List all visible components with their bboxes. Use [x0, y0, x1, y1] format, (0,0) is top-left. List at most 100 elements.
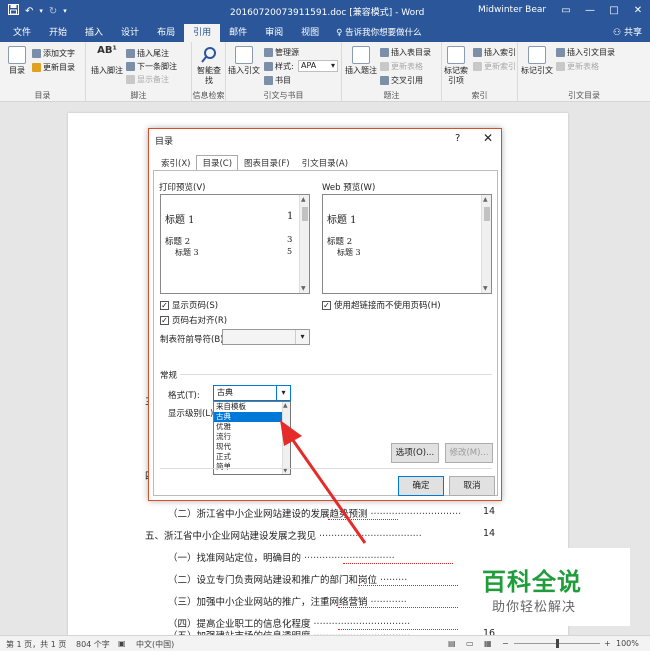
zoom-out-icon[interactable]: − [502, 639, 509, 648]
scroll-down-icon[interactable]: ▼ [483, 285, 488, 292]
insert-index-button[interactable]: 插入索引 [473, 47, 516, 58]
scroll-thumb[interactable] [484, 207, 490, 221]
tab-view[interactable]: 视图 [292, 24, 328, 42]
undo-icon[interactable]: ↶ [25, 6, 33, 17]
proofing-icon[interactable]: ▣ [118, 639, 126, 648]
show-notes-button[interactable]: 显示备注 [126, 74, 169, 85]
print-preview-scrollbar[interactable]: ▲ ▼ [299, 195, 309, 293]
tab-table-of-authorities[interactable]: 引文目录(A) [296, 155, 354, 171]
toc-line: 五、浙江省中小企业网站建设发展之我见 ·····················… [145, 528, 422, 542]
tab-insert[interactable]: 插入 [76, 24, 112, 42]
spelling-underline [328, 517, 398, 520]
mark-entry-icon [447, 46, 465, 64]
share-button[interactable]: ⚇ 共享 [613, 25, 642, 38]
format-select[interactable]: 古典 ▾ [213, 385, 291, 401]
tab-home[interactable]: 开始 [40, 24, 76, 42]
next-footnote-button[interactable]: 下一条脚注 [126, 61, 177, 72]
add-text-button[interactable]: 添加文字 [32, 48, 75, 59]
insert-endnote-button[interactable]: 插入尾注 [126, 48, 169, 59]
update-index-button[interactable]: 更新索引 [473, 61, 516, 72]
use-hyperlinks-checkbox[interactable]: ✓ 使用超链接而不使用页码(H) [322, 299, 441, 311]
insert-tof-button[interactable]: 插入表目录 [380, 47, 431, 58]
minimize-button[interactable]: — [578, 0, 602, 22]
close-button[interactable]: ✕ [626, 0, 650, 22]
update-toa-label: 更新表格 [567, 62, 599, 71]
modify-button[interactable]: 修改(M)... [445, 443, 493, 463]
format-option[interactable]: 现代 [214, 442, 290, 452]
format-option[interactable]: 优雅 [214, 422, 290, 432]
zoom-in-icon[interactable]: + [604, 639, 611, 648]
cancel-button[interactable]: 取消 [449, 476, 495, 496]
update-tof-button[interactable]: 更新表格 [380, 61, 423, 72]
cross-reference-button[interactable]: 交叉引用 [380, 75, 423, 86]
tab-design[interactable]: 设计 [112, 24, 148, 42]
mark-citation-button[interactable]: 标记引文 [520, 46, 554, 76]
tab-table-of-figures[interactable]: 图表目录(F) [238, 155, 296, 171]
options-button[interactable]: 选项(O)... [391, 443, 439, 463]
save-icon[interactable] [8, 4, 19, 18]
page-count[interactable]: 第 1 页，共 1 页 [6, 639, 66, 650]
format-option[interactable]: 来自模板 [214, 402, 290, 412]
title-bar: ↶ ▾ ↻ ▾ 20160720073911591.doc [兼容模式] - W… [0, 0, 650, 22]
scroll-up-icon[interactable]: ▲ [283, 402, 288, 409]
ribbon-display-icon[interactable]: ▭ [554, 0, 578, 22]
insert-caption-button[interactable]: 插入题注 [344, 46, 378, 76]
tab-leader-select[interactable]: ▾ [222, 329, 310, 345]
scroll-up-icon[interactable]: ▲ [301, 196, 306, 203]
format-select-value: 古典 [217, 388, 233, 397]
insert-toa-button[interactable]: 插入引文目录 [556, 47, 615, 58]
update-toa-button[interactable]: 更新表格 [556, 61, 599, 72]
manage-sources-button[interactable]: 管理源 [264, 47, 299, 58]
format-option[interactable]: 流行 [214, 432, 290, 442]
mark-entry-button[interactable]: 标记索引项 [441, 46, 471, 86]
update-tof-icon [380, 62, 389, 71]
insert-citation-button[interactable]: 插入引文 [228, 46, 260, 76]
smart-lookup-button[interactable]: 智能查找 [196, 46, 222, 86]
customize-qat-icon[interactable]: ▾ [63, 7, 67, 15]
redo-icon[interactable]: ↻ [49, 6, 57, 17]
scroll-down-icon[interactable]: ▼ [301, 285, 306, 292]
tab-index[interactable]: 索引(X) [155, 155, 196, 171]
tab-toc[interactable]: 目录(C) [196, 155, 239, 171]
dropdown-scrollbar[interactable]: ▲ ▼ [282, 402, 290, 474]
tab-layout[interactable]: 布局 [148, 24, 184, 42]
preview-heading-3: 标题 3 [175, 248, 199, 257]
update-table-button[interactable]: 更新目录 [32, 62, 75, 73]
right-align-checkbox[interactable]: ✓ 页码右对齐(R) [160, 314, 227, 326]
insert-toa-label: 插入引文目录 [567, 48, 615, 57]
dialog-close-icon[interactable]: ✕ [483, 131, 493, 145]
format-option-selected[interactable]: 古典 [214, 412, 290, 422]
next-footnote-icon [126, 62, 135, 71]
chevron-down-icon[interactable]: ▾ [39, 7, 43, 15]
ok-button[interactable]: 确定 [398, 476, 444, 496]
dialog-title: 目录 [155, 137, 174, 147]
tab-mailings[interactable]: 邮件 [220, 24, 256, 42]
tell-me-search[interactable]: ♀ 告诉我你想要做什么 [336, 24, 421, 42]
focus-icon[interactable]: ▤ [448, 639, 456, 648]
word-count[interactable]: 804 个字 [76, 639, 110, 650]
bibliography-button[interactable]: 书目 [264, 75, 291, 86]
show-page-numbers-label: 显示页码(S) [172, 301, 219, 311]
web-preview-scrollbar[interactable]: ▲ ▼ [481, 195, 491, 293]
show-page-numbers-checkbox[interactable]: ✓ 显示页码(S) [160, 299, 218, 311]
tab-review[interactable]: 审阅 [256, 24, 292, 42]
scroll-thumb[interactable] [302, 207, 308, 221]
language[interactable]: 中文(中国) [136, 639, 174, 650]
preview-page-1: 1 [287, 211, 294, 222]
read-mode-icon[interactable]: ▭ [466, 639, 474, 648]
scroll-up-icon[interactable]: ▲ [483, 196, 488, 203]
user-name[interactable]: Midwinter Bear [478, 5, 546, 15]
maximize-button[interactable]: □ [602, 0, 626, 22]
update-table-label: 更新目录 [43, 63, 75, 72]
tab-references[interactable]: 引用 [184, 24, 221, 42]
zoom-level[interactable]: 100% [616, 639, 639, 648]
tab-file[interactable]: 文件 [4, 24, 40, 42]
format-option[interactable]: 正式 [214, 452, 290, 462]
help-icon[interactable]: ? [455, 133, 460, 144]
insert-footnote-button[interactable]: AB¹ 插入脚注 [90, 46, 124, 76]
style-select[interactable]: APA ▾ [298, 60, 338, 72]
format-option[interactable]: 简单 [214, 462, 290, 472]
zoom-slider-thumb[interactable] [556, 639, 559, 648]
toc-button[interactable]: 目录 [4, 46, 30, 76]
print-layout-icon[interactable]: ▦ [484, 639, 492, 648]
